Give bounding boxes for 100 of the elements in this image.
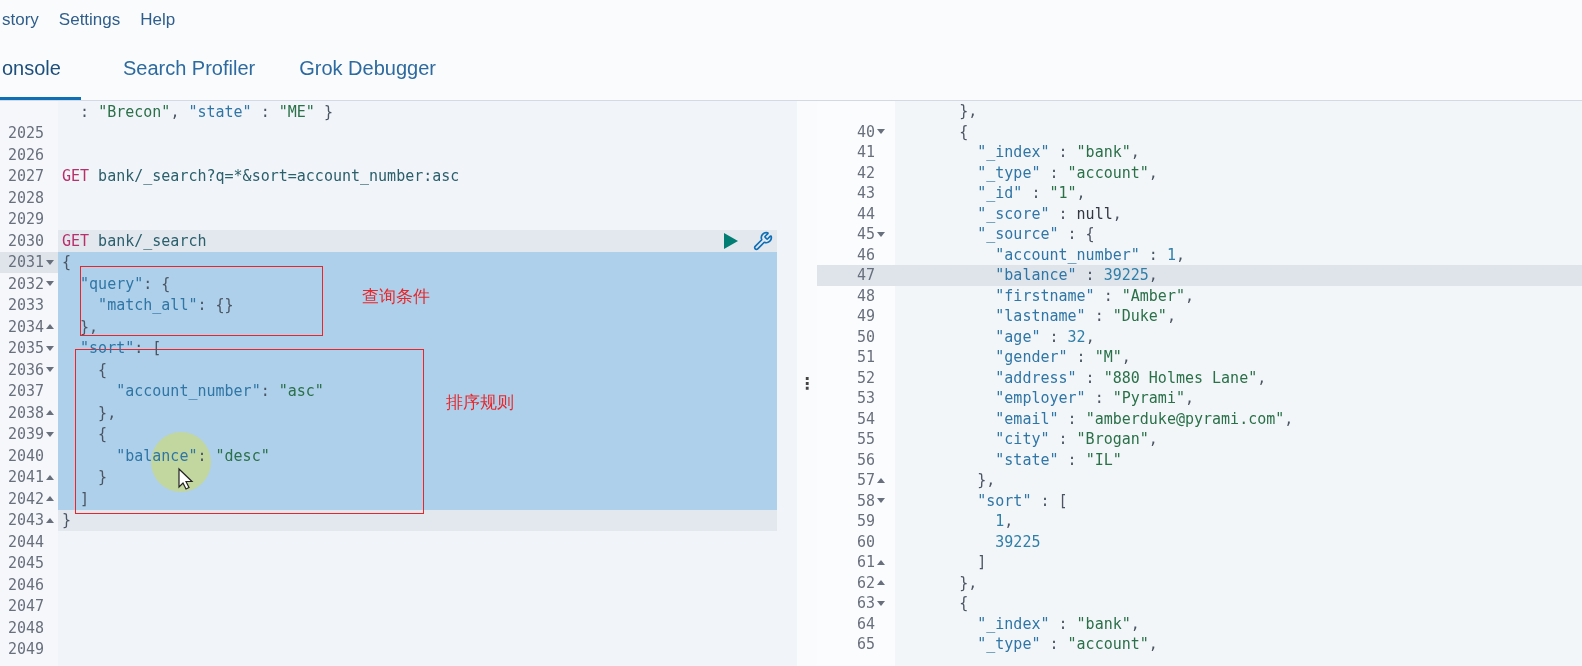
code-line: "email" : "amberduke@pyrami.com", bbox=[994, 409, 1294, 428]
code-line: "sort" : [ bbox=[976, 491, 1068, 510]
code-line: "_type" : "account", bbox=[976, 163, 1158, 182]
fold-arrow-icon[interactable] bbox=[46, 324, 54, 330]
line-number: 2037 bbox=[7, 382, 44, 401]
line-number: 2027 bbox=[7, 167, 44, 186]
line-number: 2028 bbox=[7, 188, 44, 207]
line-number: 59 bbox=[856, 512, 875, 531]
code-line: }, bbox=[976, 471, 996, 490]
code-line: "match_all": {} bbox=[97, 296, 234, 315]
line-number: 51 bbox=[856, 348, 875, 367]
line-number: 64 bbox=[856, 614, 875, 633]
menu-item[interactable]: Help bbox=[140, 10, 176, 30]
code-line: 1, bbox=[994, 512, 1014, 531]
tab[interactable]: Search Profiler bbox=[120, 40, 258, 100]
fold-arrow-icon[interactable] bbox=[877, 600, 885, 606]
code-line: "_id" : "1", bbox=[976, 184, 1086, 203]
line-number: 52 bbox=[856, 368, 875, 387]
line-number: 40 bbox=[856, 122, 875, 141]
fold-arrow-icon[interactable] bbox=[46, 410, 54, 416]
code-line: "query": { bbox=[79, 274, 171, 293]
line-number: 2033 bbox=[7, 296, 44, 315]
menu-item[interactable]: Settings bbox=[58, 10, 121, 30]
code-line: "city" : "Brogan", bbox=[994, 430, 1158, 449]
code-line: "firstname" : "Amber", bbox=[994, 286, 1194, 305]
line-number: 56 bbox=[856, 450, 875, 469]
line-number: 2025 bbox=[7, 124, 44, 143]
line-number: 43 bbox=[856, 184, 875, 203]
fold-arrow-icon[interactable] bbox=[46, 367, 54, 373]
code-line: "_score" : null, bbox=[976, 204, 1122, 223]
fold-arrow-icon[interactable] bbox=[46, 281, 54, 287]
code-line: { bbox=[97, 360, 108, 379]
line-number: 45 bbox=[856, 225, 875, 244]
line-number: 62 bbox=[856, 573, 875, 592]
fold-arrow-icon[interactable] bbox=[877, 477, 885, 483]
line-number: 60 bbox=[856, 532, 875, 551]
line-number: 57 bbox=[856, 471, 875, 490]
code-line: "address" : "880 Holmes Lane", bbox=[994, 368, 1267, 387]
line-number: 2029 bbox=[7, 210, 44, 229]
line-number: 2036 bbox=[7, 360, 44, 379]
code-line: "_source" : { bbox=[976, 225, 1095, 244]
line-number: 2039 bbox=[7, 425, 44, 444]
code-line: "_index" : "bank", bbox=[976, 143, 1140, 162]
code-line: }, bbox=[958, 102, 978, 121]
resize-handle[interactable]: ⋮ bbox=[799, 375, 815, 392]
fold-arrow-icon[interactable] bbox=[877, 559, 885, 565]
code-line: 39225 bbox=[994, 532, 1041, 551]
line-number: 2038 bbox=[7, 403, 44, 422]
line-number: 2043 bbox=[7, 511, 44, 530]
line-number: 61 bbox=[856, 553, 875, 572]
code-line: "state" : "IL" bbox=[994, 450, 1122, 469]
annotation-label: 排序规则 bbox=[446, 391, 514, 414]
line-number: 2035 bbox=[7, 339, 44, 358]
line-number: 2042 bbox=[7, 489, 44, 508]
code-line: }, bbox=[97, 403, 117, 422]
fold-arrow-icon[interactable] bbox=[877, 580, 885, 586]
fold-arrow-icon[interactable] bbox=[46, 496, 54, 502]
menu-item[interactable]: story bbox=[2, 10, 39, 30]
fold-arrow-icon[interactable] bbox=[46, 474, 54, 480]
line-number: 2044 bbox=[7, 532, 44, 551]
code-line: { bbox=[958, 594, 969, 613]
wrench-icon[interactable] bbox=[753, 230, 773, 251]
fold-arrow-icon[interactable] bbox=[877, 498, 885, 504]
code-line: { bbox=[62, 253, 72, 272]
line-number: 47 bbox=[856, 266, 875, 285]
code-line: "_index" : "bank", bbox=[976, 614, 1140, 633]
line-number: 2032 bbox=[7, 274, 44, 293]
line-number: 53 bbox=[856, 389, 875, 408]
code-line: { bbox=[97, 425, 108, 444]
fold-arrow-icon[interactable] bbox=[46, 259, 54, 265]
code-line: { bbox=[958, 122, 969, 141]
code-line: }, bbox=[958, 573, 978, 592]
tab[interactable]: Grok Debugger bbox=[297, 40, 438, 100]
fold-arrow-icon[interactable] bbox=[877, 231, 885, 237]
code-line: "lastname" : "Duke", bbox=[994, 307, 1176, 326]
line-number: 2041 bbox=[7, 468, 44, 487]
code-line: : "Brecon", "state" : "ME" } bbox=[79, 102, 333, 121]
code-line: "balance" : 39225, bbox=[994, 266, 1158, 285]
line-number: 44 bbox=[856, 204, 875, 223]
line-number: 42 bbox=[856, 163, 875, 182]
code-line: ] bbox=[79, 489, 90, 508]
line-number: 2048 bbox=[7, 618, 44, 637]
line-number: 2026 bbox=[7, 145, 44, 164]
fold-arrow-icon[interactable] bbox=[46, 517, 54, 523]
fold-arrow-icon[interactable] bbox=[877, 129, 885, 135]
line-number: 65 bbox=[856, 635, 875, 654]
line-number: 63 bbox=[856, 594, 875, 613]
code-line: "age" : 32, bbox=[994, 327, 1095, 346]
code-line: GET bank/_search bbox=[62, 231, 207, 250]
line-number: 46 bbox=[856, 245, 875, 264]
code-line: "account_number": "asc" bbox=[115, 382, 324, 401]
play-icon[interactable] bbox=[723, 231, 739, 250]
fold-arrow-icon[interactable] bbox=[46, 431, 54, 437]
code-line: "account_number" : 1, bbox=[994, 245, 1185, 264]
line-number: 2045 bbox=[7, 554, 44, 573]
code-line: "balance": "desc" bbox=[115, 446, 270, 465]
line-number: 2040 bbox=[7, 446, 44, 465]
line-number: 58 bbox=[856, 491, 875, 510]
fold-arrow-icon[interactable] bbox=[46, 345, 54, 351]
code-line: GET bank/_search?q=*&sort=account_number:asc bbox=[62, 167, 460, 186]
